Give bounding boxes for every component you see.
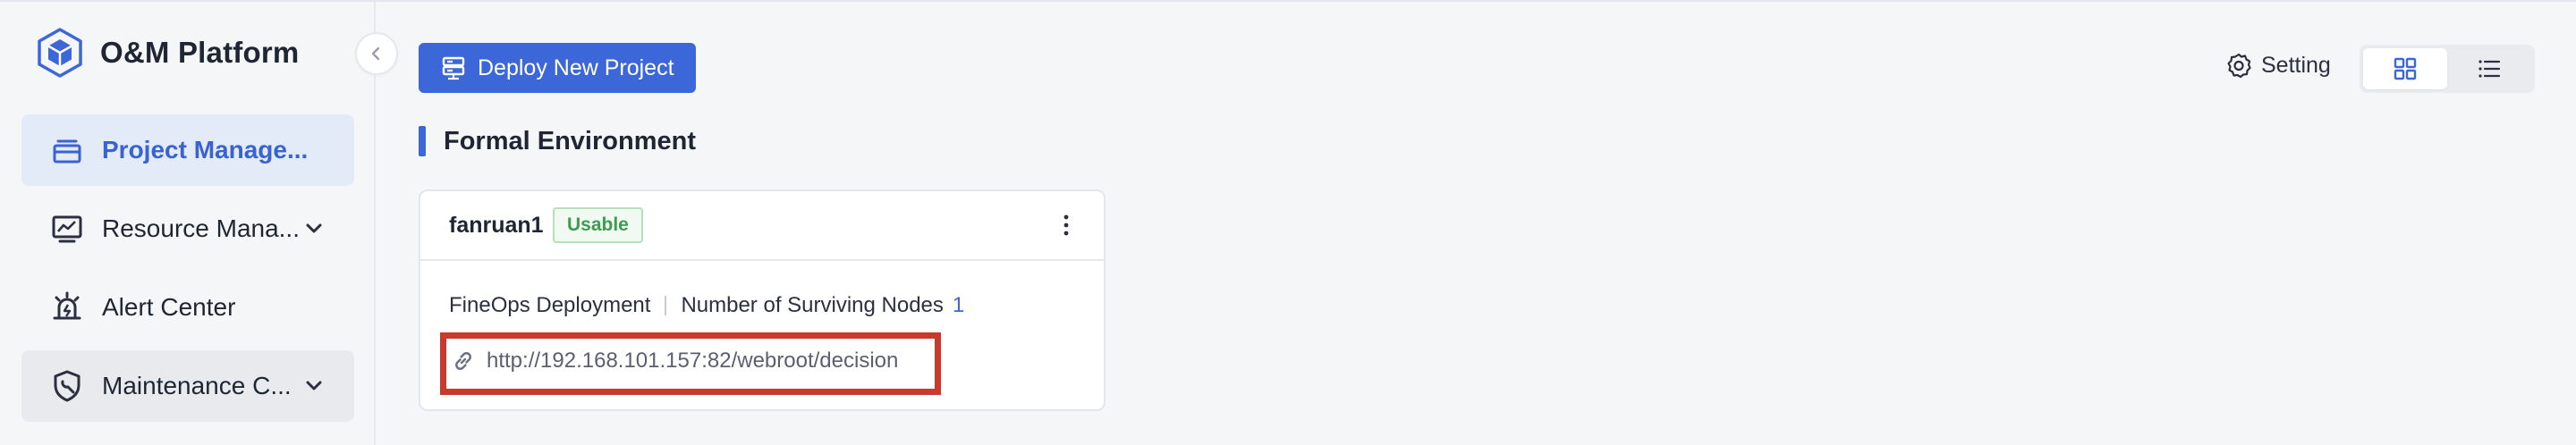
- nodes-label: Number of Surviving Nodes: [681, 293, 944, 317]
- view-mode-toggle: [2360, 45, 2535, 93]
- cube-logo-icon: [38, 28, 82, 78]
- more-options-button[interactable]: [1050, 209, 1082, 241]
- sidebar-item-resource-management[interactable]: Resource Mana...: [21, 193, 354, 264]
- top-border: [0, 0, 2576, 2]
- chevron-left-icon: [371, 46, 380, 61]
- grid-icon: [2394, 57, 2417, 80]
- card-header: fanruan1 Usable: [420, 191, 1104, 261]
- project-meta: FineOps Deployment Number of Surviving N…: [449, 293, 964, 318]
- project-card[interactable]: fanruan1 Usable FineOps Deployment Numbe…: [419, 189, 1106, 411]
- more-vertical-icon: [1063, 214, 1069, 236]
- project-url-link[interactable]: http://192.168.101.157:82/webroot/decisi…: [451, 348, 898, 374]
- list-icon: [2479, 60, 2501, 78]
- meta-divider: [665, 296, 667, 315]
- deploy-button-label: Deploy New Project: [478, 55, 674, 80]
- sidebar-item-maintenance-center[interactable]: Maintenance C...: [21, 350, 354, 422]
- shield-wrench-icon: [50, 369, 84, 403]
- setting-button[interactable]: Setting: [2225, 52, 2331, 79]
- chevron-down-icon[interactable]: [304, 375, 324, 395]
- status-badge: Usable: [553, 207, 643, 243]
- sidebar-item-label: Alert Center: [102, 293, 236, 321]
- layers-icon: [50, 133, 84, 167]
- alarm-icon: [50, 290, 84, 324]
- monitor-chart-icon: [50, 212, 84, 246]
- grid-view-button[interactable]: [2363, 48, 2447, 89]
- link-icon: [455, 352, 471, 370]
- server-icon: [442, 56, 465, 80]
- brand[interactable]: O&M Platform: [34, 27, 299, 79]
- section-accent-bar: [419, 126, 426, 156]
- sidebar-item-alert-center[interactable]: Alert Center: [21, 272, 354, 343]
- gear-icon: [2227, 53, 2251, 79]
- section-title: Formal Environment: [444, 126, 696, 155]
- sidebar-item-project-management[interactable]: Project Manage...: [21, 114, 354, 186]
- sidebar-item-label: Project Manage...: [102, 136, 309, 164]
- project-name: fanruan1: [449, 213, 544, 238]
- collapse-sidebar-button[interactable]: [355, 32, 398, 75]
- project-url[interactable]: http://192.168.101.157:82/webroot/decisi…: [487, 348, 898, 374]
- list-view-button[interactable]: [2447, 48, 2531, 89]
- section-header: Formal Environment: [419, 125, 696, 157]
- app-title: O&M Platform: [100, 36, 300, 69]
- sidebar-item-label: Resource Mana...: [102, 214, 300, 242]
- sidebar-item-label: Maintenance C...: [102, 372, 292, 399]
- deployment-type: FineOps Deployment: [449, 293, 651, 317]
- setting-label: Setting: [2261, 52, 2331, 78]
- deploy-new-project-button[interactable]: Deploy New Project: [419, 43, 696, 93]
- chevron-down-icon[interactable]: [304, 218, 324, 238]
- sidebar: O&M Platform Project Manage... Resource …: [0, 2, 376, 445]
- nodes-count: 1: [952, 293, 965, 317]
